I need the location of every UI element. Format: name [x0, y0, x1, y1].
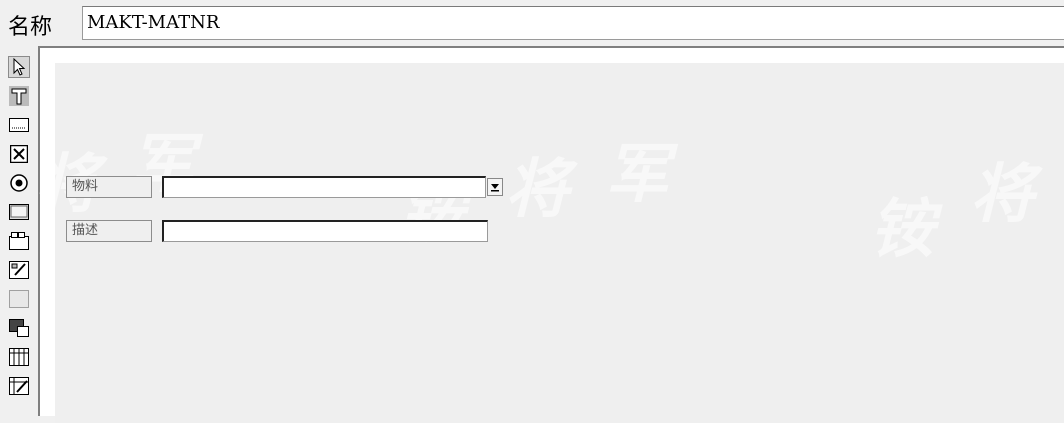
input-field-tool[interactable] — [8, 114, 30, 136]
material-input[interactable] — [162, 176, 486, 198]
checkbox-icon — [10, 145, 28, 163]
radio-button-icon — [10, 174, 28, 192]
tabstrip-icon — [9, 232, 29, 250]
text-field-tool[interactable] — [8, 85, 30, 107]
layout-canvas-frame: 将 军 铵 将 军 铵 将 物料 描述 — [35, 46, 1064, 423]
radio-button-tool[interactable] — [8, 172, 30, 194]
arrow-down-icon — [491, 184, 499, 192]
material-f4-help-button[interactable] — [487, 178, 503, 196]
table-control-icon — [9, 348, 29, 366]
box-tool[interactable] — [8, 288, 30, 310]
box-icon — [9, 290, 29, 308]
tabstrip-wizard-icon — [9, 261, 29, 279]
layout-canvas[interactable]: 将 军 铵 将 军 铵 将 物料 描述 — [35, 63, 1064, 423]
name-input[interactable]: MAKT-MATNR — [82, 6, 1064, 40]
watermark-glyph: 将 — [970, 157, 1034, 232]
name-row: 名称 MAKT-MATNR — [0, 0, 1064, 46]
subscreen-icon — [9, 319, 29, 337]
pushbutton-icon — [9, 204, 29, 220]
pointer-tool[interactable] — [8, 56, 30, 78]
text-field-icon — [9, 86, 29, 106]
description-label[interactable]: 描述 — [66, 220, 152, 242]
watermark-glyph: 铵 — [870, 192, 934, 267]
table-control-wizard-icon — [9, 377, 29, 395]
tabstrip-tool[interactable] — [8, 230, 30, 252]
element-palette — [0, 46, 38, 408]
watermark-glyph: 军 — [605, 137, 669, 212]
table-control-wizard-tool[interactable] — [8, 375, 30, 397]
pointer-icon — [13, 58, 26, 76]
material-label[interactable]: 物料 — [66, 176, 152, 198]
tabstrip-wizard-tool[interactable] — [8, 259, 30, 281]
description-input[interactable] — [162, 220, 488, 242]
pushbutton-tool[interactable] — [8, 201, 30, 223]
name-label: 名称 — [8, 15, 53, 40]
watermark-glyph: 将 — [505, 152, 569, 227]
input-field-icon — [9, 118, 29, 132]
table-control-tool[interactable] — [8, 346, 30, 368]
checkbox-tool[interactable] — [8, 143, 30, 165]
subscreen-tool[interactable] — [8, 317, 30, 339]
